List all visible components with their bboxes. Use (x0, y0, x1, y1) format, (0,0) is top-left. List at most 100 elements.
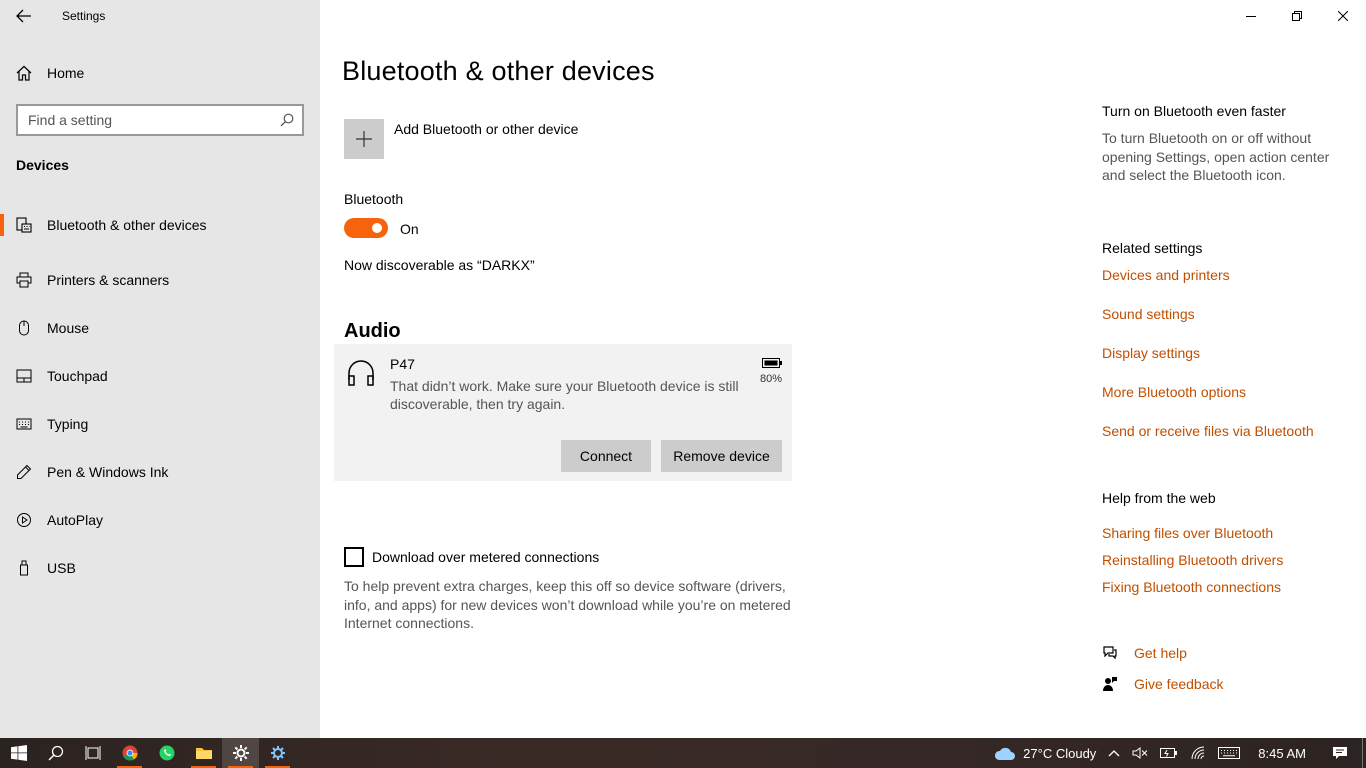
weather-text: 27°C Cloudy (1023, 745, 1097, 761)
search-taskbar-button[interactable] (37, 738, 74, 768)
file-explorer-button[interactable] (185, 738, 222, 768)
search-icon (47, 745, 63, 761)
link-fixing-connections[interactable]: Fixing Bluetooth connections (1102, 579, 1281, 595)
network-button[interactable] (1184, 738, 1212, 768)
keyboard-icon (16, 416, 32, 432)
keyboard-icon (1218, 747, 1241, 759)
hidden-icons-button[interactable] (1102, 738, 1126, 768)
battery-charging-icon (1160, 748, 1178, 758)
sidebar-item-label: Printers & scanners (47, 272, 170, 288)
sidebar-item-pen[interactable]: Pen & Windows Ink (0, 448, 320, 496)
home-icon (16, 65, 32, 81)
show-desktop-button[interactable] (1362, 738, 1366, 768)
taskbar: 27°C Cloudy 8:45 AM (0, 738, 1366, 768)
link-sound-settings[interactable]: Sound settings (1102, 306, 1195, 322)
back-button[interactable] (8, 4, 40, 28)
add-device-label: Add Bluetooth or other device (394, 121, 579, 137)
control-panel-button[interactable] (259, 738, 296, 768)
autoplay-icon (16, 512, 32, 528)
sidebar-item-label: Touchpad (47, 368, 108, 384)
sidebar-nav: Bluetooth & other devices Printers & sca… (0, 208, 320, 592)
sidebar-item-mouse[interactable]: Mouse (0, 304, 320, 352)
sidebar-item-touchpad[interactable]: Touchpad (0, 352, 320, 400)
connect-button[interactable]: Connect (561, 440, 651, 472)
help-web-title: Help from the web (1102, 490, 1216, 506)
link-display-settings[interactable]: Display settings (1102, 345, 1200, 361)
link-more-bluetooth[interactable]: More Bluetooth options (1102, 384, 1246, 400)
link-reinstalling-drivers[interactable]: Reinstalling Bluetooth drivers (1102, 552, 1283, 568)
sidebar-item-label: Typing (47, 416, 89, 432)
give-feedback-link[interactable]: Give feedback (1134, 676, 1224, 692)
device-name: P47 (390, 356, 415, 372)
printer-icon (16, 272, 32, 288)
action-center-button[interactable] (1318, 738, 1362, 768)
system-tray: 27°C Cloudy 8:45 AM (987, 738, 1366, 768)
page-title: Bluetooth & other devices (342, 56, 655, 86)
touchpad-icon (16, 368, 32, 384)
search-box[interactable] (16, 104, 304, 136)
headphones-icon (348, 360, 374, 386)
chrome-button[interactable] (111, 738, 148, 768)
sidebar-item-autoplay[interactable]: AutoPlay (0, 496, 320, 544)
app-title: Settings (62, 9, 106, 23)
discoverable-text: Now discoverable as “DARKX” (344, 257, 535, 273)
sidebar-item-typing[interactable]: Typing (0, 400, 320, 448)
task-view-button[interactable] (74, 738, 111, 768)
start-button[interactable] (0, 738, 37, 768)
link-devices-printers[interactable]: Devices and printers (1102, 267, 1230, 283)
weather-widget[interactable]: 27°C Cloudy (987, 738, 1102, 768)
settings-taskbar-button[interactable] (222, 738, 259, 768)
device-message: That didn’t work. Make sure your Bluetoo… (390, 378, 739, 412)
section-header: Devices (16, 157, 69, 173)
metered-checkbox[interactable] (344, 547, 364, 567)
metered-label: Download over metered connections (372, 549, 600, 565)
whatsapp-icon (159, 745, 174, 761)
device-card[interactable]: P47 That didn’t work. Make sure your Blu… (334, 344, 792, 481)
home-link[interactable]: Home (16, 60, 84, 86)
taskbar-apps (0, 738, 296, 768)
title-bar: Settings (0, 0, 320, 32)
search-input[interactable] (28, 112, 280, 128)
back-arrow-icon (16, 9, 31, 23)
battery-tray-button[interactable] (1154, 738, 1184, 768)
task-view-icon (85, 746, 100, 760)
usb-icon (16, 560, 32, 576)
clock-time: 8:45 AM (1258, 745, 1306, 761)
settings-tool-icon (270, 746, 285, 760)
sidebar-item-usb[interactable]: USB (0, 544, 320, 592)
bluetooth-toggle[interactable] (344, 218, 388, 238)
gear-icon (232, 745, 249, 761)
link-send-receive-files[interactable]: Send or receive files via Bluetooth (1102, 423, 1314, 439)
get-help-link[interactable]: Get help (1134, 645, 1187, 661)
metered-description: To help prevent extra charges, keep this… (344, 578, 791, 631)
get-help-row[interactable]: Get help (1102, 645, 1187, 661)
add-device-button[interactable]: Add Bluetooth or other device (344, 119, 578, 159)
folder-icon (195, 748, 212, 759)
remove-device-button[interactable]: Remove device (661, 440, 782, 472)
toggle-state: On (400, 221, 419, 237)
bluetooth-label: Bluetooth (344, 191, 404, 207)
volume-button[interactable] (1126, 738, 1154, 768)
sidebar-item-label: Pen & Windows Ink (47, 464, 169, 480)
tip-description: To turn Bluetooth on or off without open… (1102, 130, 1330, 183)
clock[interactable]: 8:45 AM (1246, 738, 1318, 768)
sidebar-item-printers[interactable]: Printers & scanners (0, 256, 320, 304)
whatsapp-button[interactable] (148, 738, 185, 768)
sidebar-item-bluetooth[interactable]: Bluetooth & other devices (0, 208, 320, 242)
sidebar: Settings Home Devices Bluetooth & other … (0, 0, 320, 738)
tip-title: Turn on Bluetooth even faster (1102, 103, 1286, 119)
give-feedback-row[interactable]: Give feedback (1102, 676, 1224, 692)
chevron-up-icon (1108, 750, 1120, 757)
sidebar-item-label: AutoPlay (47, 512, 104, 528)
link-sharing-files[interactable]: Sharing files over Bluetooth (1102, 525, 1273, 541)
related-settings-title: Related settings (1102, 240, 1203, 256)
chat-help-icon (1103, 646, 1117, 660)
mouse-icon (16, 320, 32, 336)
metered-option[interactable]: Download over metered connections (344, 547, 599, 567)
cloud-icon (995, 747, 1016, 760)
input-indicator-button[interactable] (1212, 738, 1246, 768)
search-icon[interactable] (280, 113, 294, 127)
sidebar-item-label: Bluetooth & other devices (47, 217, 207, 233)
notification-icon (1333, 747, 1347, 759)
chrome-icon (122, 745, 138, 761)
